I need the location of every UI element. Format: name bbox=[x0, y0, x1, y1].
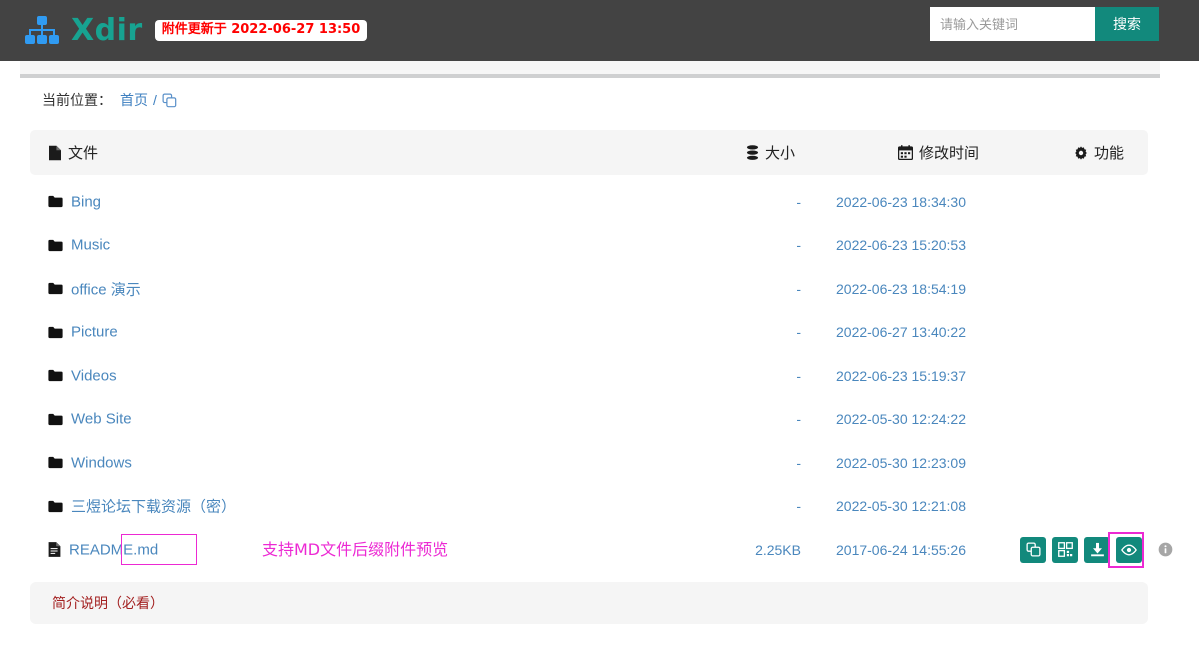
file-link[interactable]: Windows bbox=[71, 454, 132, 471]
folder-icon bbox=[48, 413, 63, 425]
file-name-cell: office 演示 bbox=[48, 278, 141, 299]
copy-icon[interactable] bbox=[162, 93, 177, 108]
column-header-file-label: 文件 bbox=[68, 145, 99, 162]
file-name-cell: Videos bbox=[48, 367, 117, 384]
table-row[interactable]: Windows - 2022-05-30 12:23:09 bbox=[30, 441, 1160, 485]
file-mtime-cell: 2022-05-30 12:24:22 bbox=[836, 411, 966, 428]
qrcode-button[interactable] bbox=[1052, 536, 1078, 563]
table-row[interactable]: Web Site - 2022-05-30 12:24:22 bbox=[30, 398, 1160, 442]
table-row[interactable]: Bing - 2022-06-23 18:34:30 bbox=[30, 180, 1160, 224]
column-header-file[interactable]: 文件 bbox=[48, 130, 98, 175]
file-name-cell: 三煜论坛下载资源（密） bbox=[48, 496, 236, 517]
file-link[interactable]: Videos bbox=[71, 367, 117, 384]
breadcrumb: 当前位置： 首页 / bbox=[42, 90, 177, 110]
file-link[interactable]: Bing bbox=[71, 193, 101, 210]
column-header-function-label: 功能 bbox=[1094, 145, 1125, 162]
file-size-cell: 2.25KB bbox=[755, 541, 801, 558]
column-header-size[interactable]: 大小 bbox=[746, 130, 795, 175]
intro-note-panel[interactable]: 简介说明（必看） bbox=[30, 582, 1148, 624]
breadcrumb-label: 当前位置： bbox=[42, 92, 112, 108]
file-mtime-cell: 2022-05-30 12:21:08 bbox=[836, 498, 966, 515]
file-text-icon bbox=[48, 542, 61, 558]
table-row[interactable]: office 演示 - 2022-06-23 18:54:19 bbox=[30, 267, 1160, 311]
brand-name: Xdir bbox=[71, 13, 143, 48]
annotation-text: 支持MD文件后缀附件预览 bbox=[262, 540, 449, 559]
row-action-buttons bbox=[1020, 536, 1173, 563]
calendar-icon bbox=[898, 145, 913, 160]
file-link[interactable]: Picture bbox=[71, 324, 118, 341]
file-size-cell: - bbox=[796, 411, 801, 428]
file-link[interactable]: office 演示 bbox=[71, 278, 141, 299]
table-row[interactable]: README.md 2.25KB 2017-06-24 14:55:26 bbox=[30, 528, 1173, 572]
preview-button[interactable] bbox=[1116, 536, 1142, 563]
file-mtime-cell: 2022-06-23 15:20:53 bbox=[836, 237, 966, 254]
intro-note-text: 简介说明（必看） bbox=[52, 595, 164, 611]
file-size-cell: - bbox=[796, 280, 801, 297]
file-mtime-cell: 2017-06-24 14:55:26 bbox=[836, 541, 966, 558]
file-name-cell: Picture bbox=[48, 324, 118, 341]
folder-icon bbox=[48, 370, 63, 382]
file-size-cell: - bbox=[796, 193, 801, 210]
file-link[interactable]: README.md bbox=[69, 541, 158, 558]
secondary-strip bbox=[20, 61, 1160, 78]
breadcrumb-separator: / bbox=[153, 92, 157, 108]
table-row[interactable]: 三煜论坛下载资源（密） - 2022-05-30 12:21:08 bbox=[30, 485, 1160, 529]
file-mtime-cell: 2022-05-30 12:23:09 bbox=[836, 454, 966, 471]
file-mtime-cell: 2022-06-23 15:19:37 bbox=[836, 367, 966, 384]
file-list: Bing - 2022-06-23 18:34:30 Music - 2022-… bbox=[30, 180, 1173, 572]
table-row[interactable]: Videos - 2022-06-23 15:19:37 bbox=[30, 354, 1160, 398]
column-header-size-label: 大小 bbox=[765, 145, 796, 162]
file-link[interactable]: Music bbox=[71, 237, 110, 254]
table-row[interactable]: Music - 2022-06-23 15:20:53 bbox=[30, 224, 1160, 268]
file-name-cell: Web Site bbox=[48, 411, 132, 428]
file-size-cell: - bbox=[796, 454, 801, 471]
xdir-file-browser-page: Xdir 附件更新于 2022-06-27 13:50 搜索 当前位置： 首页 … bbox=[0, 0, 1199, 648]
search-input[interactable] bbox=[930, 7, 1095, 41]
database-icon bbox=[746, 144, 759, 161]
file-mtime-cell: 2022-06-23 18:54:19 bbox=[836, 280, 966, 297]
file-size-cell: - bbox=[796, 237, 801, 254]
file-size-cell: - bbox=[796, 324, 801, 341]
file-link[interactable]: Web Site bbox=[71, 411, 132, 428]
breadcrumb-item-home[interactable]: 首页 bbox=[120, 90, 148, 110]
copy-link-button[interactable] bbox=[1020, 536, 1046, 563]
file-mtime-cell: 2022-06-23 18:34:30 bbox=[836, 193, 966, 210]
column-header-mtime[interactable]: 修改时间 bbox=[898, 130, 979, 175]
update-badge: 附件更新于 2022-06-27 13:50 bbox=[154, 19, 368, 42]
table-header: 文件 大小 修改时间 功能 bbox=[30, 130, 1148, 175]
folder-icon bbox=[48, 283, 63, 295]
file-name-cell: Windows bbox=[48, 454, 132, 471]
folder-icon bbox=[48, 239, 63, 251]
folder-icon bbox=[48, 457, 63, 469]
table-row[interactable]: Picture - 2022-06-27 13:40:22 bbox=[30, 311, 1160, 355]
gear-icon bbox=[1074, 145, 1088, 160]
top-header-bar: Xdir 附件更新于 2022-06-27 13:50 搜索 bbox=[0, 0, 1199, 61]
file-size-cell: - bbox=[796, 367, 801, 384]
download-button[interactable] bbox=[1084, 536, 1110, 563]
file-icon bbox=[48, 145, 62, 161]
file-mtime-cell: 2022-06-27 13:40:22 bbox=[836, 324, 966, 341]
file-size-cell: - bbox=[796, 498, 801, 515]
file-link[interactable]: 三煜论坛下载资源（密） bbox=[71, 496, 236, 517]
folder-icon bbox=[48, 326, 63, 338]
column-header-function: 功能 bbox=[1074, 130, 1124, 175]
file-name-cell: Music bbox=[48, 237, 110, 254]
search-button[interactable]: 搜索 bbox=[1095, 7, 1159, 41]
file-name-cell: README.md bbox=[48, 541, 158, 558]
folder-icon bbox=[48, 196, 63, 208]
sitemap-icon bbox=[24, 15, 60, 46]
search-box: 搜索 bbox=[930, 7, 1159, 41]
column-header-mtime-label: 修改时间 bbox=[919, 145, 980, 162]
file-name-cell: Bing bbox=[48, 193, 101, 210]
info-circle-icon[interactable] bbox=[1158, 542, 1173, 557]
folder-icon bbox=[48, 500, 63, 512]
brand[interactable]: Xdir bbox=[24, 13, 143, 48]
